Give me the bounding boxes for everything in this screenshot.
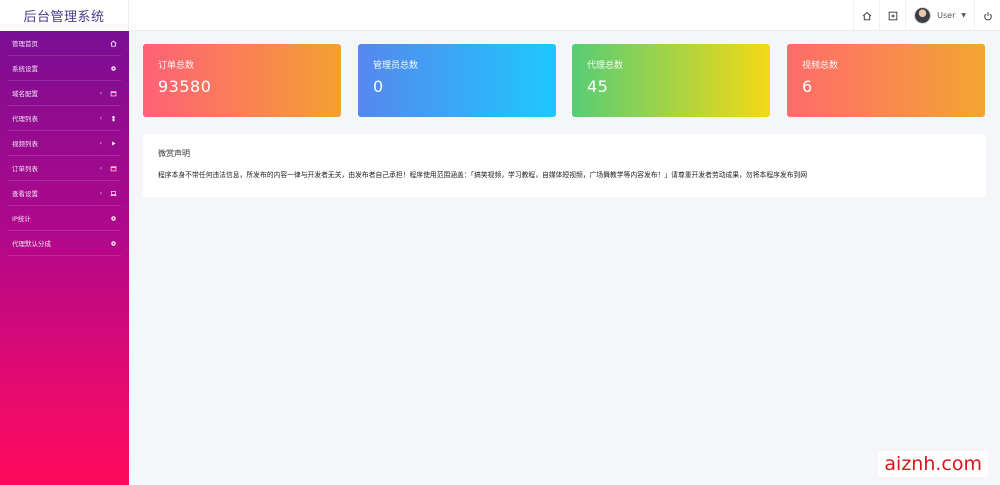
sidebar-item-label: 代理列表 <box>12 115 38 123</box>
sidebar-item-label: 域名配置 <box>12 90 38 98</box>
home-button[interactable] <box>853 0 879 31</box>
sidebar-item-label: IP统计 <box>12 215 31 223</box>
stat-card-admins: 管理员总数 0 <box>358 44 556 117</box>
stat-label: 代理总数 <box>587 61 624 71</box>
user-icon <box>110 115 117 122</box>
expand-icon <box>888 6 898 25</box>
sidebar-item-view-settings[interactable]: 查看设置 ‹ <box>8 181 121 206</box>
sidebar-item-label: 视频列表 <box>12 140 38 148</box>
fullscreen-button[interactable] <box>879 0 905 31</box>
top-header: 后台管理系统 User ▼ <box>0 0 1000 31</box>
sidebar-item-domain-config[interactable]: 域名配置 ‹ <box>8 81 121 106</box>
sidebar-item-label: 系统设置 <box>12 65 38 73</box>
chevron-left-icon: ‹ <box>99 164 102 172</box>
sidebar-item-label: 代理默认分成 <box>12 240 51 248</box>
sidebar-item-label: 订单列表 <box>12 165 38 173</box>
notice-text: 程序本身不带任何违法信息，所发布的内容一律与开发者无关，由发布者自己承担！程序使… <box>158 171 808 179</box>
chevron-left-icon: ‹ <box>99 114 102 122</box>
user-name: User <box>937 11 956 20</box>
home-icon <box>862 6 872 25</box>
stat-card-agents: 代理总数 45 <box>572 44 770 117</box>
play-icon <box>110 140 117 147</box>
stat-card-orders: 订单总数 93580 <box>143 44 341 117</box>
sidebar-item-agent-default-share[interactable]: 代理默认分成 <box>8 231 121 256</box>
sidebar-item-order-list[interactable]: 订单列表 ‹ <box>8 156 121 181</box>
stat-value: 93580 <box>158 77 212 96</box>
sidebar-item-agent-list[interactable]: 代理列表 ‹ <box>8 106 121 131</box>
header-actions: User ▼ <box>853 0 1000 31</box>
sidebar-item-label: 管理首页 <box>12 40 38 48</box>
stat-label: 管理员总数 <box>373 61 419 71</box>
calendar-icon <box>110 90 117 97</box>
sidebar-item-system-settings[interactable]: 系统设置 <box>8 56 121 81</box>
stat-value: 0 <box>373 77 384 96</box>
calendar-icon <box>110 165 117 172</box>
avatar <box>914 7 932 24</box>
stat-value: 45 <box>587 77 609 96</box>
stat-label: 订单总数 <box>158 61 195 71</box>
stat-card-videos: 视频总数 6 <box>787 44 985 117</box>
stat-label: 视频总数 <box>802 61 839 71</box>
gear-icon <box>110 240 117 247</box>
gear-icon <box>110 65 117 72</box>
sidebar: 管理首页 系统设置 域名配置 ‹ 代理列表 ‹ 视频列表 ‹ 订单列表 ‹ 查看… <box>0 31 129 485</box>
chevron-left-icon: ‹ <box>99 189 102 197</box>
sidebar-item-video-list[interactable]: 视频列表 ‹ <box>8 131 121 156</box>
sidebar-item-dashboard[interactable]: 管理首页 <box>8 31 121 56</box>
gear-icon <box>110 215 117 222</box>
sidebar-item-label: 查看设置 <box>12 190 38 198</box>
app-title[interactable]: 后台管理系统 <box>0 0 129 31</box>
sidebar-item-ip-stats[interactable]: IP统计 <box>8 206 121 231</box>
power-icon <box>983 6 993 25</box>
logout-button[interactable] <box>974 0 1000 31</box>
user-menu[interactable]: User ▼ <box>905 0 974 31</box>
watermark: aiznh.com <box>878 451 988 477</box>
home-icon <box>110 39 117 47</box>
notice-title: 微赏声明 <box>158 149 190 158</box>
chevron-left-icon: ‹ <box>99 89 102 97</box>
chevron-left-icon: ‹ <box>99 139 102 147</box>
caret-down-icon: ▼ <box>961 12 966 19</box>
laptop-icon <box>110 190 117 197</box>
notice-panel: 微赏声明 程序本身不带任何违法信息，所发布的内容一律与开发者无关，由发布者自己承… <box>143 134 986 197</box>
stat-value: 6 <box>802 77 813 96</box>
